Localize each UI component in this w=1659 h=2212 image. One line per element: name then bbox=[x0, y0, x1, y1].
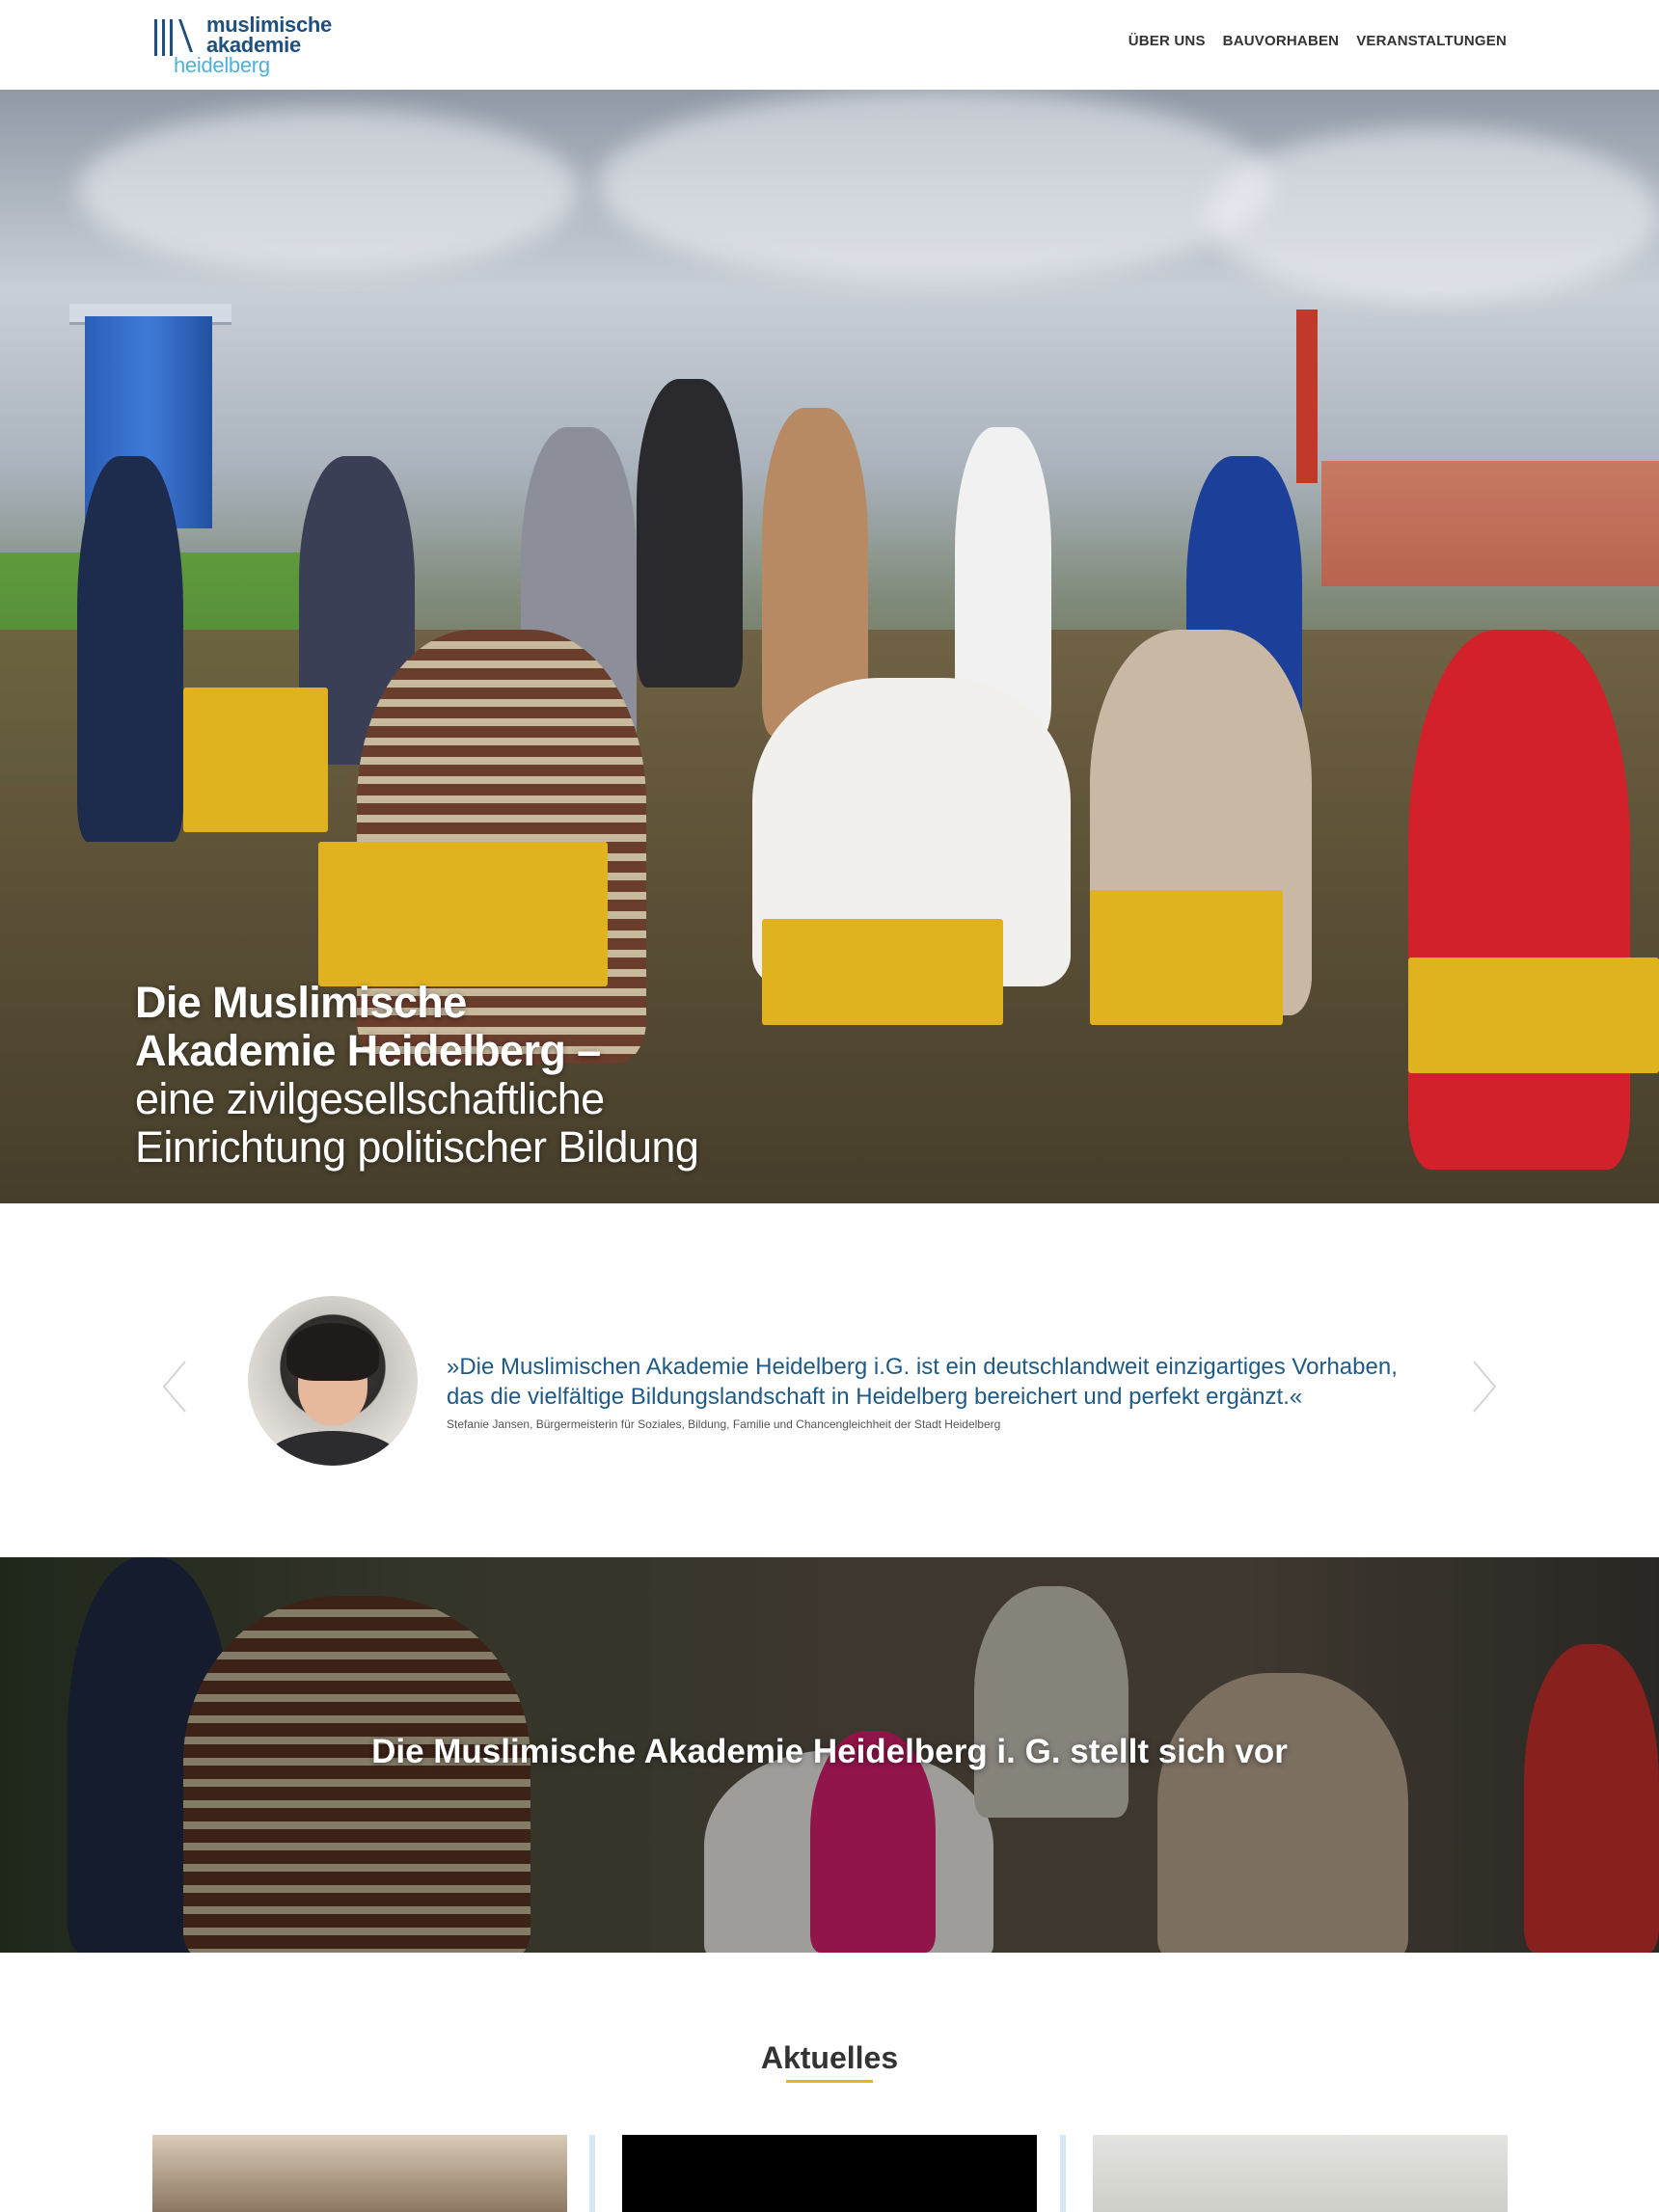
quote-author-portrait bbox=[248, 1296, 418, 1466]
site-header: muslimische akademie heidelberg ÜBER UNS… bbox=[0, 0, 1659, 90]
nav-item-ueber-uns[interactable]: ÜBER UNS bbox=[1129, 33, 1206, 49]
nav-item-veranstaltungen[interactable]: VERANSTALTUNGEN bbox=[1356, 33, 1507, 49]
news-heading: Aktuelles bbox=[760, 2040, 899, 2075]
site-logo[interactable]: muslimische akademie heidelberg bbox=[152, 13, 345, 79]
hero-banner: Die Muslimische Akademie Heidelberg – ei… bbox=[0, 90, 1659, 1203]
news-divider bbox=[1060, 2135, 1066, 2212]
quote-author: Stefanie Jansen, Bürgermeisterin für Soz… bbox=[447, 1417, 1001, 1431]
hero-yellow-chair bbox=[1090, 890, 1283, 1025]
quote-text: »Die Muslimischen Akademie Heidelberg i.… bbox=[447, 1354, 1398, 1410]
news-card-image[interactable] bbox=[622, 2135, 1037, 2212]
video-title: Die Muslimische Akademie Heidelberg i. G… bbox=[371, 1733, 1288, 1770]
hero-building bbox=[1321, 461, 1659, 586]
news-divider bbox=[589, 2135, 595, 2212]
hero-heading: Die Muslimische Akademie Heidelberg – ei… bbox=[135, 979, 868, 1172]
hero-heading-line2: Akademie Heidelberg – bbox=[135, 1026, 601, 1075]
main-nav: ÜBER UNS BAUVORHABEN VERANSTALTUNGEN bbox=[1129, 33, 1507, 49]
video-teaser[interactable]: Die Muslimische Akademie Heidelberg i. G… bbox=[0, 1557, 1659, 1953]
hero-yellow-chair bbox=[183, 688, 328, 832]
hero-cloud bbox=[77, 109, 579, 273]
portrait-body bbox=[265, 1431, 400, 1466]
news-card-image[interactable] bbox=[1093, 2135, 1508, 2212]
logo-text-line3: heidelberg bbox=[174, 53, 270, 77]
hero-person bbox=[637, 379, 743, 688]
hero-store-sign bbox=[1296, 310, 1318, 483]
hero-heading-line1: Die Muslimische bbox=[135, 978, 467, 1027]
news-heading-underline bbox=[786, 2080, 873, 2083]
hero-yellow-chair bbox=[1408, 958, 1659, 1073]
news-card-image[interactable] bbox=[152, 2135, 567, 2212]
hero-heading-line4: Einrichtung politischer Bildung bbox=[135, 1122, 699, 1172]
hero-cloud bbox=[598, 90, 1273, 283]
chevron-left-icon[interactable] bbox=[160, 1358, 189, 1416]
portrait-hair bbox=[286, 1323, 379, 1381]
hero-heading-line3: eine zivilgesellschaftliche bbox=[135, 1074, 605, 1123]
hero-person bbox=[1408, 630, 1630, 1170]
hero-person bbox=[77, 456, 183, 842]
hero-yellow-chair bbox=[318, 842, 608, 986]
chevron-right-icon[interactable] bbox=[1470, 1358, 1499, 1416]
nav-item-bauvorhaben[interactable]: BAUVORHABEN bbox=[1223, 33, 1340, 49]
quote-slider: »Die Muslimischen Akademie Heidelberg i.… bbox=[0, 1203, 1659, 1557]
hero-cloud bbox=[1206, 128, 1659, 302]
